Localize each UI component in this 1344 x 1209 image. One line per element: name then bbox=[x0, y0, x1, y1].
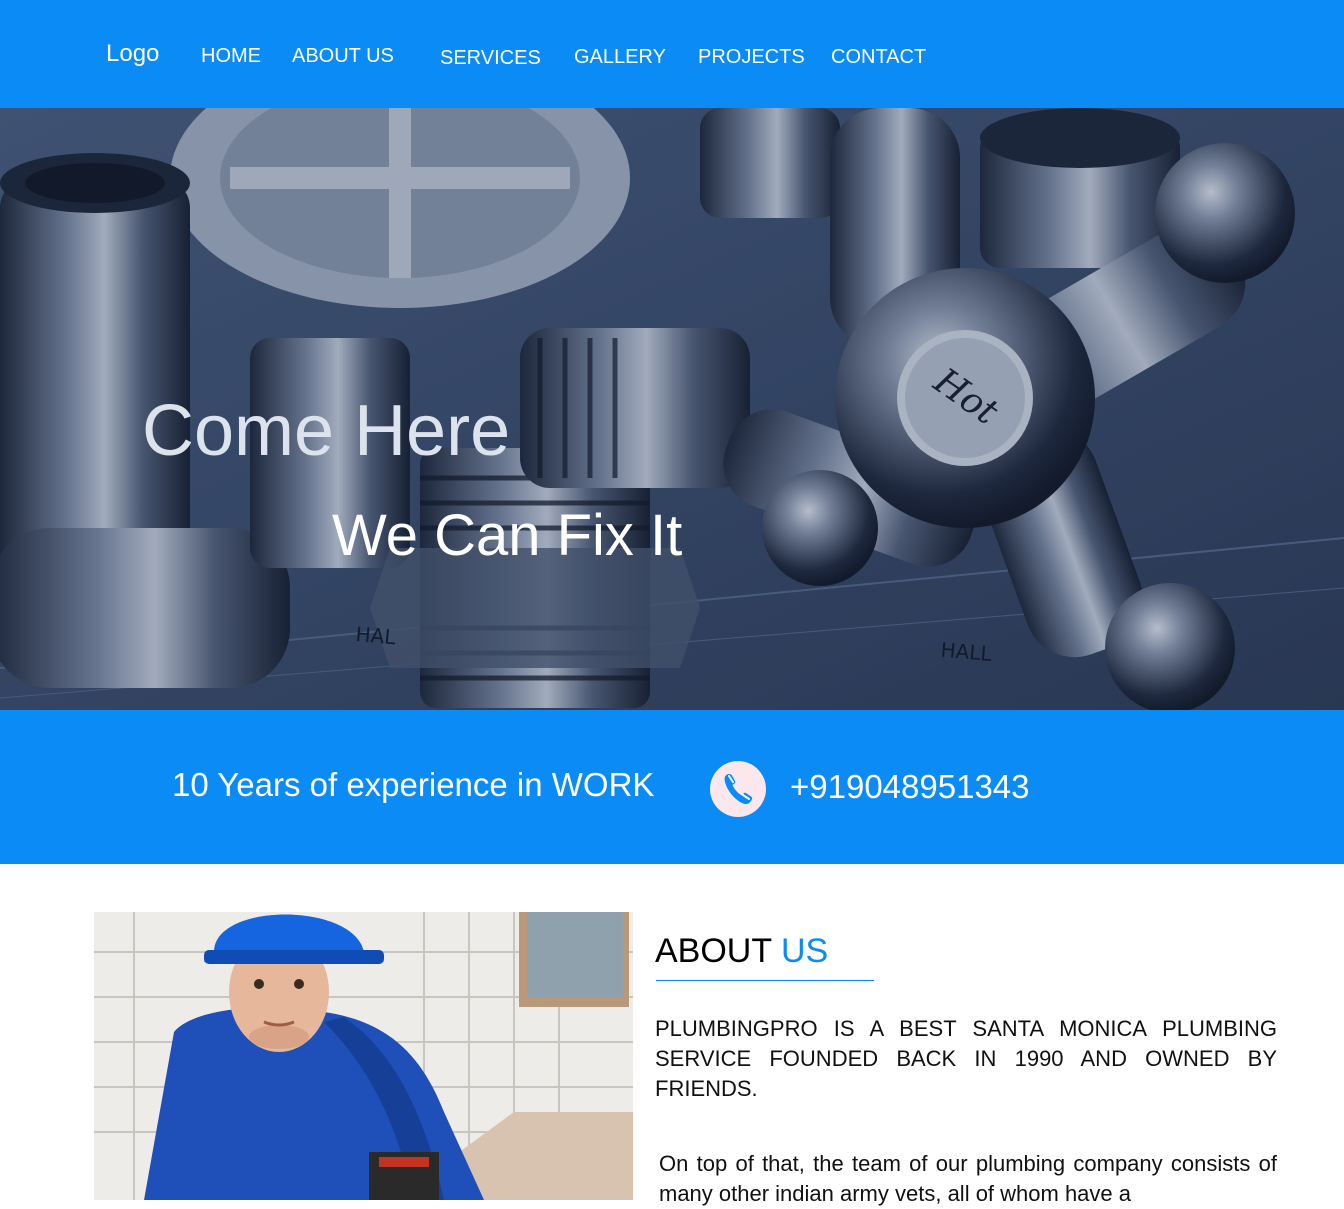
experience-text: 10 Years of experience in WORK bbox=[172, 766, 655, 803]
about-paragraph-1: PLUMBINGPRO IS A BEST SANTA MONICA PLUMB… bbox=[655, 1016, 1277, 1101]
nav-services[interactable]: SERVICES bbox=[440, 47, 541, 70]
nav-projects[interactable]: PROJECTS bbox=[698, 46, 805, 69]
phone-number[interactable]: +919048951343 bbox=[790, 768, 1030, 806]
site-logo[interactable]: Logo bbox=[106, 40, 159, 68]
nav-about-us[interactable]: ABOUT US bbox=[292, 45, 394, 68]
nav-contact[interactable]: CONTACT bbox=[831, 46, 926, 69]
hero-title: Come Here bbox=[142, 391, 511, 471]
about-paragraph-2: On top of that, the team of our plumbing… bbox=[659, 1151, 1277, 1206]
nav-gallery[interactable]: GALLERY bbox=[574, 46, 666, 69]
plumber-photo bbox=[94, 912, 633, 1200]
site-header: Logo HOME ABOUT US SERVICES GALLERY PROJ… bbox=[0, 0, 1344, 108]
about-divider bbox=[656, 980, 874, 981]
hero-subtitle: We Can Fix It bbox=[332, 503, 683, 568]
about-heading-main: ABOUT bbox=[655, 932, 772, 970]
nav-home[interactable]: HOME bbox=[201, 45, 261, 68]
hero-banner: Hot HALL HAL Come Here We Can Fix It bbox=[0, 108, 1344, 710]
phone-icon[interactable] bbox=[710, 761, 766, 817]
about-heading: ABOUT US bbox=[655, 932, 828, 971]
about-heading-accent: US bbox=[780, 932, 829, 970]
phone-handset-icon bbox=[724, 773, 753, 805]
